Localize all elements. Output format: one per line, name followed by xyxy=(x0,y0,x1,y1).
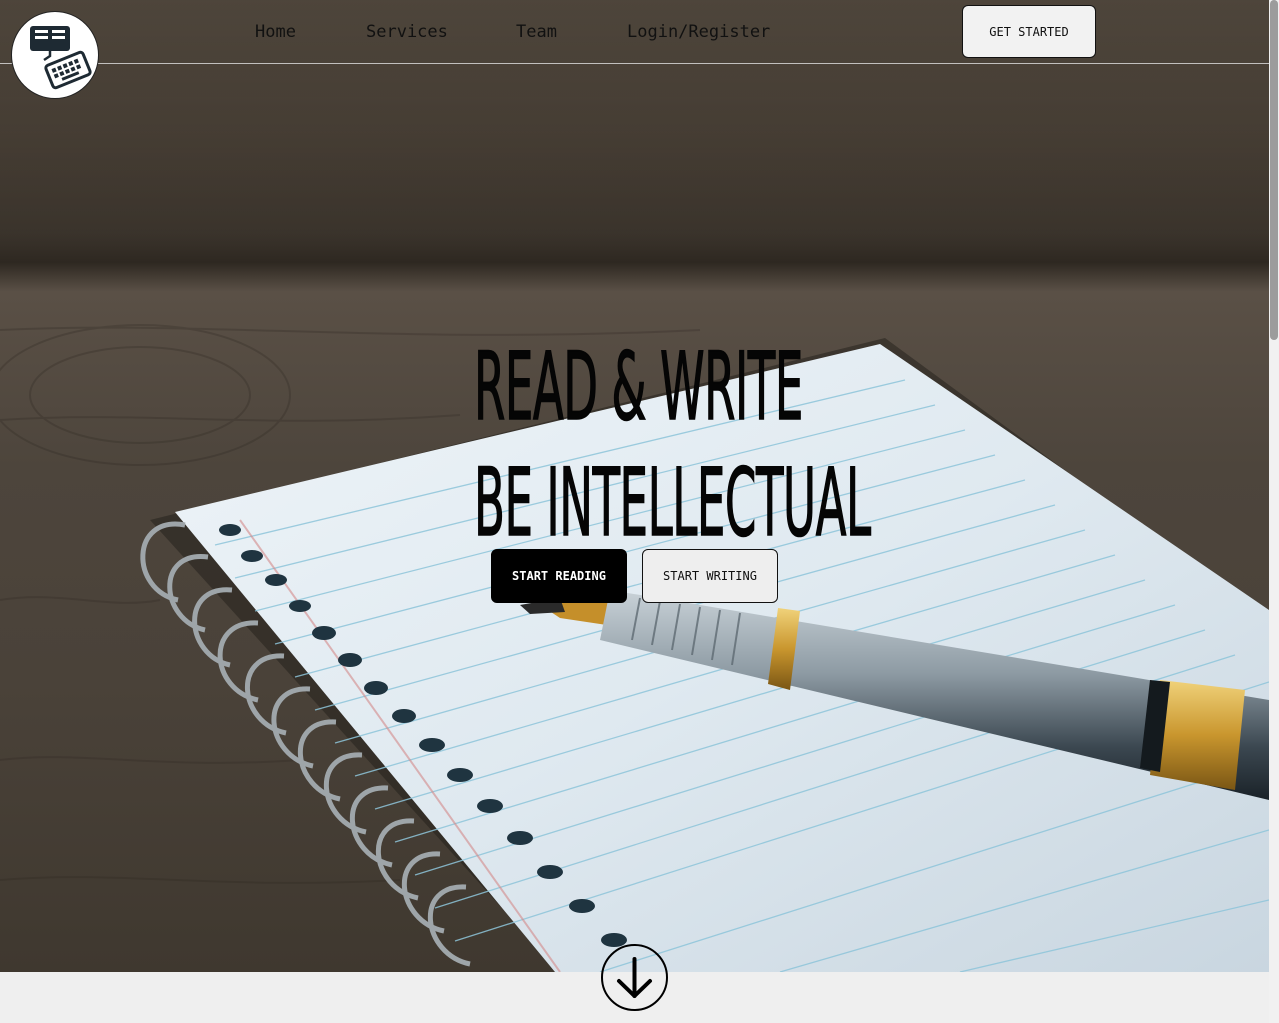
start-writing-button[interactable]: START WRITING xyxy=(642,549,778,603)
hero-headline-line-1: READ & WRITE xyxy=(474,332,804,443)
scrollbar-thumb[interactable] xyxy=(1270,0,1278,340)
nav-link-login-register[interactable]: Login/Register xyxy=(627,20,770,44)
hero-headline: READ & WRITE BE INTELLECTUAL xyxy=(474,330,872,562)
site-logo[interactable] xyxy=(11,11,99,99)
book-keyboard-logo-icon xyxy=(30,26,92,90)
landing-page: Home Services Team Login/Register GET ST… xyxy=(0,0,1279,1023)
arrow-down-circle-icon xyxy=(617,957,652,998)
get-started-button[interactable]: GET STARTED xyxy=(962,5,1096,58)
nav-divider xyxy=(0,63,1269,64)
scroll-down-button[interactable] xyxy=(601,944,668,1011)
nav-link-home[interactable]: Home xyxy=(255,20,296,44)
hero-headline-line-2: BE INTELLECTUAL xyxy=(474,448,872,559)
start-reading-button[interactable]: START READING xyxy=(491,549,627,603)
page-scrollbar[interactable] xyxy=(1269,0,1279,1023)
nav-link-team[interactable]: Team xyxy=(516,20,557,44)
nav-link-services[interactable]: Services xyxy=(366,20,448,44)
